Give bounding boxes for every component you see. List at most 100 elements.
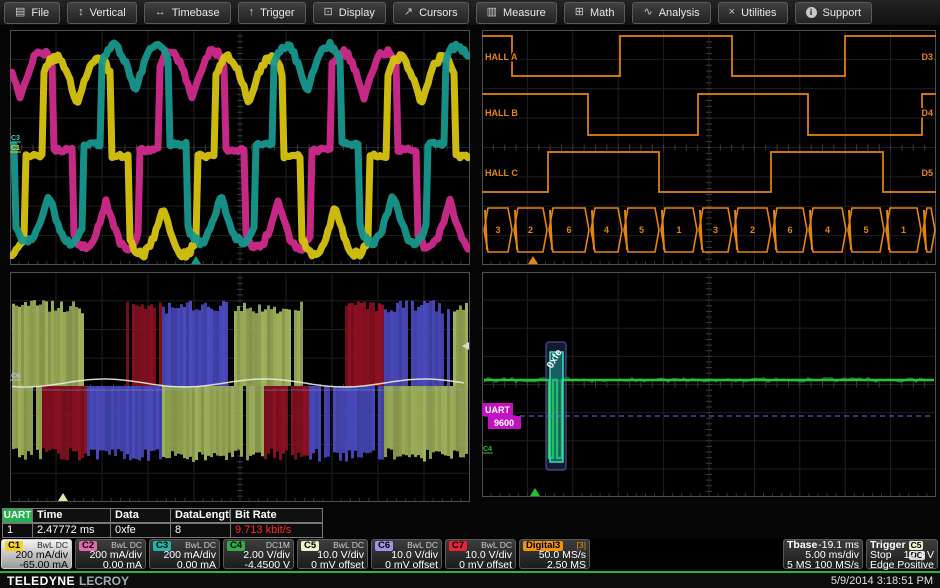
pwm-lower bbox=[159, 386, 162, 459]
digital-line-id: D5 bbox=[921, 168, 933, 178]
menu-button-cursors[interactable]: ↗Cursors bbox=[393, 2, 469, 24]
pwm-upper bbox=[63, 312, 66, 386]
tbase-samplerate: 100 MS/s bbox=[815, 561, 859, 571]
channel-descriptor-C7[interactable]: C7BwL DC10.0 V/div0 mV offset bbox=[445, 539, 516, 569]
zero-marker-C4[interactable]: C4 bbox=[483, 446, 492, 453]
pwm-upper bbox=[276, 313, 279, 386]
pwm-upper bbox=[456, 310, 459, 386]
pwm-lower bbox=[30, 386, 33, 455]
pwm-upper bbox=[294, 310, 297, 386]
pwm-lower bbox=[453, 386, 456, 451]
menu-label: Timebase bbox=[172, 7, 220, 19]
panel-digital-svg: HALL AD3HALL BD4HALL CD5326451326451 bbox=[482, 30, 936, 265]
panel-hall-digital[interactable]: HALL AD3HALL BD4HALL CD5326451326451 bbox=[482, 30, 936, 265]
pwm-lower bbox=[87, 386, 90, 456]
pwm-lower bbox=[111, 386, 114, 450]
channel-descriptor-C6[interactable]: C6BwL DC10.0 V/div0 mV offset bbox=[371, 539, 442, 569]
pwm-lower bbox=[438, 386, 441, 452]
pwm-lower bbox=[21, 386, 24, 455]
panel-pwm-voltages[interactable]: C6 bbox=[10, 272, 470, 502]
pwm-lower bbox=[216, 386, 219, 456]
channel-offset: 0 mV offset bbox=[449, 561, 512, 571]
brand-teledyne: TELEDYNE bbox=[7, 574, 75, 588]
channel-descriptor-C2[interactable]: C2BwL DC200 mA/div0.00 mA bbox=[75, 539, 146, 569]
pwm-lower bbox=[465, 386, 468, 454]
pwm-lower bbox=[312, 386, 315, 453]
menu-button-measure[interactable]: ▥Measure bbox=[476, 2, 557, 24]
uart-decode-table[interactable]: UARTTimeDataDataLengthBit Rate12.47772 m… bbox=[2, 508, 323, 538]
uart-table-col-data: Data bbox=[111, 508, 171, 523]
pwm-lower bbox=[390, 386, 393, 450]
menu-label: Utilities bbox=[741, 7, 776, 19]
pwm-lower bbox=[150, 386, 153, 451]
pwm-lower bbox=[180, 386, 183, 455]
pwm-upper bbox=[360, 303, 363, 386]
bus-value: 4 bbox=[604, 225, 609, 235]
pwm-lower bbox=[234, 386, 237, 451]
zero-marker-C3[interactable]: C3 bbox=[11, 135, 20, 142]
panel-phase-currents[interactable]: C3C1 bbox=[10, 30, 470, 265]
menu-button-file[interactable]: ▤File bbox=[4, 2, 60, 24]
uart-table-protocol-cell[interactable]: UART bbox=[2, 508, 33, 523]
bus-value: 2 bbox=[750, 225, 755, 235]
trigger-descriptor[interactable]: TriggerC5DCStop12.4 VEdgePositive bbox=[866, 539, 938, 569]
menu-button-vertical[interactable]: ↕Vertical bbox=[67, 2, 137, 24]
pwm-upper bbox=[258, 305, 261, 386]
pwm-lower bbox=[264, 386, 267, 459]
pwm-lower bbox=[132, 386, 135, 458]
channel-descriptor-C4[interactable]: C4DC1M2.00 V/div-4.4500 V bbox=[223, 539, 294, 569]
channel-descriptor-C3[interactable]: C3BwL DC200 mA/div0.00 mA bbox=[149, 539, 220, 569]
bus-value: 6 bbox=[787, 225, 792, 235]
menu-button-math[interactable]: ⊞Math bbox=[564, 2, 626, 24]
pwm-upper bbox=[417, 307, 420, 386]
menu-label: Cursors bbox=[419, 7, 458, 19]
pwm-lower bbox=[255, 386, 258, 453]
pwm-lower bbox=[411, 386, 414, 455]
pwm-lower bbox=[393, 386, 396, 459]
pwm-upper bbox=[198, 310, 201, 386]
channel-descriptor-C5[interactable]: C5BwL DC10.0 V/div0 mV offset bbox=[297, 539, 368, 569]
pwm-lower bbox=[45, 386, 48, 452]
zero-marker-C6[interactable]: C6 bbox=[11, 373, 20, 380]
channel-descriptor-Digital3[interactable]: Digital3[3]50.0 MS/s2.50 MS bbox=[519, 539, 590, 569]
channel-descriptor-C1[interactable]: C1BwL DC200 mA/div-65.00 mA bbox=[1, 539, 72, 569]
pwm-lower bbox=[225, 386, 228, 460]
menu-label: Trigger bbox=[260, 7, 294, 19]
menu-button-trigger[interactable]: ↑Trigger bbox=[238, 2, 306, 24]
pwm-lower bbox=[183, 386, 186, 458]
pwm-upper bbox=[390, 310, 393, 386]
channel-offset: 0.00 mA bbox=[153, 561, 216, 571]
menu-button-display[interactable]: ⊡Display bbox=[313, 2, 386, 24]
pwm-lower bbox=[252, 386, 255, 455]
pwm-lower bbox=[396, 386, 399, 457]
pwm-upper bbox=[207, 307, 210, 386]
pwm-upper bbox=[372, 302, 375, 386]
pwm-upper bbox=[447, 309, 450, 386]
pwm-lower bbox=[249, 386, 252, 456]
menu-button-analysis[interactable]: ∿Analysis bbox=[632, 2, 710, 24]
menu-button-support[interactable]: iSupport bbox=[795, 2, 873, 24]
pwm-upper bbox=[222, 301, 225, 386]
zero-marker-C1[interactable]: C1 bbox=[11, 145, 20, 152]
pwm-upper bbox=[168, 303, 171, 386]
pwm-lower bbox=[366, 386, 369, 453]
math-icon: ⊞ bbox=[575, 7, 584, 18]
pwm-lower bbox=[195, 386, 198, 460]
pwm-lower bbox=[156, 386, 159, 449]
pwm-upper bbox=[72, 301, 75, 386]
uart-table-data-row[interactable]: 12.47772 ms0xfe89.713 kbit/s bbox=[2, 523, 323, 538]
pwm-lower bbox=[327, 386, 330, 457]
pwm-lower bbox=[318, 386, 321, 461]
pwm-lower bbox=[402, 386, 405, 454]
trigger-row3: EdgePositive bbox=[870, 561, 934, 571]
menu-button-timebase[interactable]: ↔Timebase bbox=[144, 2, 231, 24]
timebase-descriptor[interactable]: Tbase-19.1 ms5.00 ms/div5 MS100 MS/s bbox=[783, 539, 863, 569]
pwm-upper bbox=[348, 303, 351, 386]
pwm-lower bbox=[261, 386, 264, 456]
panel-uart-signal[interactable]: 0xfeUART9600C4 bbox=[482, 272, 936, 497]
pwm-lower bbox=[51, 386, 54, 449]
pwm-lower bbox=[36, 386, 39, 450]
pwm-lower bbox=[417, 386, 420, 455]
menu-button-utilities[interactable]: ×Utilities bbox=[718, 2, 788, 24]
pwm-upper bbox=[399, 301, 402, 386]
